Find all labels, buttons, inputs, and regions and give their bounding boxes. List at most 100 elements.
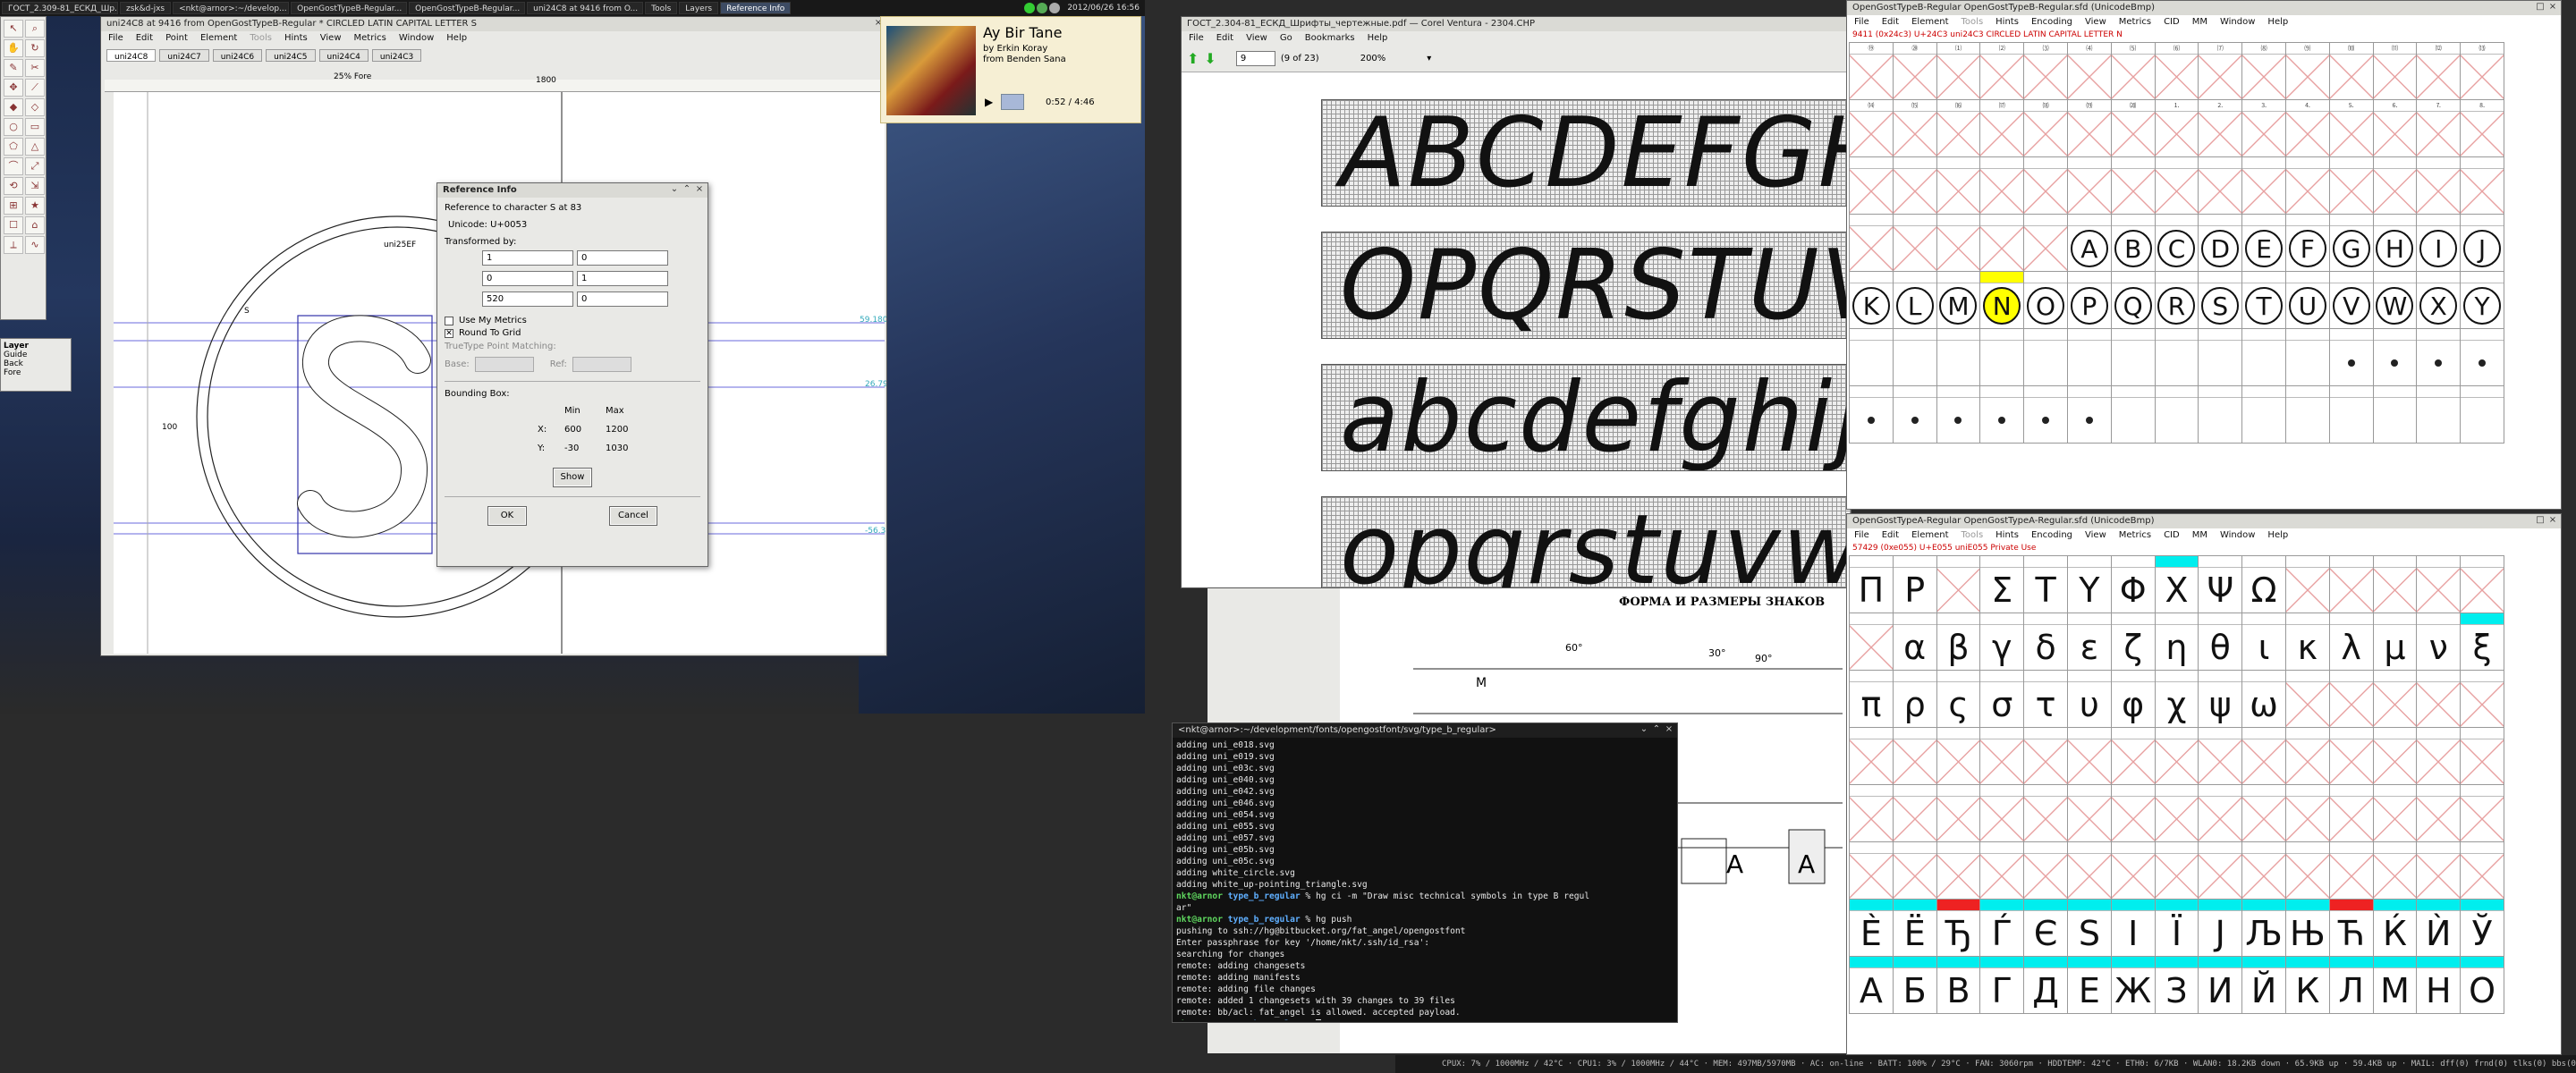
glyph-cell[interactable]: Л — [2329, 957, 2374, 1014]
menu-help[interactable]: Help — [2267, 15, 2288, 30]
menu-edit[interactable]: Edit — [136, 31, 153, 46]
glyph-cell[interactable]: ζ — [2111, 613, 2156, 671]
glyph-cell[interactable] — [2373, 842, 2418, 900]
glyph-cell[interactable] — [2199, 386, 2243, 444]
glyph-cell[interactable]: H — [2373, 215, 2418, 272]
menu-element[interactable]: Element — [1911, 528, 1948, 543]
glyph-cell[interactable]: А — [1850, 957, 1894, 1014]
matrix-xy-input[interactable]: 0 — [577, 250, 668, 266]
glyph-cell[interactable]: ⒁ — [1850, 100, 1894, 157]
maximize-icon[interactable]: □ — [2536, 516, 2545, 525]
layer-back[interactable]: Back — [4, 359, 68, 368]
tray-icon[interactable] — [1049, 3, 1061, 13]
glyph-cell[interactable]: І — [2111, 900, 2156, 957]
glyph-cell[interactable] — [2461, 556, 2504, 613]
glyph-cell[interactable] — [2373, 671, 2418, 728]
glyph-cell[interactable] — [2155, 386, 2199, 444]
tool-icon[interactable]: ⬠ — [4, 138, 23, 156]
glyph-cell[interactable] — [1980, 157, 2025, 215]
glyph-cell[interactable]: D — [2199, 215, 2243, 272]
menu-go[interactable]: Go — [1280, 31, 1292, 46]
glyph-cell[interactable]: ς — [1936, 671, 1981, 728]
glyph-cell[interactable] — [2067, 842, 2112, 900]
chevron-down-icon[interactable]: ▾ — [1427, 54, 1431, 63]
glyph-cell[interactable]: ⑲ — [1850, 43, 1894, 100]
offset-x-input[interactable]: 520 — [482, 291, 573, 307]
glyph-cell[interactable] — [2024, 157, 2068, 215]
glyph-cell[interactable]: ⒅ — [2024, 100, 2068, 157]
glyph-cell[interactable]: U — [2285, 272, 2330, 329]
glyph-cell[interactable]: В — [1936, 957, 1981, 1014]
glyph-cell[interactable]: Љ — [2242, 900, 2286, 957]
glyph-cell[interactable]: β — [1936, 613, 1981, 671]
glyph-cell[interactable]: Ѓ — [1980, 900, 2025, 957]
glyph-cell[interactable] — [1850, 329, 1894, 386]
glyph-cell[interactable]: Ж — [2111, 957, 2156, 1014]
glyph-cell[interactable]: ⒎ — [2417, 100, 2462, 157]
glyph-cell[interactable] — [2285, 556, 2330, 613]
glyph-cell[interactable]: ⑵ — [1980, 43, 2025, 100]
glyph-cell[interactable]: ⒊ — [2242, 100, 2286, 157]
close-icon[interactable]: × — [1665, 725, 1674, 734]
glyph-cell[interactable]: ⒏ — [2461, 100, 2504, 157]
menu-help[interactable]: Help — [446, 31, 467, 46]
glyph-cell[interactable]: ι — [2242, 613, 2286, 671]
glyph-cell[interactable] — [1936, 329, 1981, 386]
glyph-cell[interactable]: μ — [2373, 613, 2418, 671]
glyph-cell[interactable]: Ѝ — [2417, 900, 2462, 957]
menu-mm[interactable]: MM — [2192, 15, 2207, 30]
glyph-cell[interactable]: ρ — [1893, 671, 1937, 728]
glyph-cell[interactable]: К — [2285, 957, 2330, 1014]
glyph-cell[interactable] — [1850, 215, 1894, 272]
zoom-select[interactable]: 200% — [1360, 54, 1386, 63]
glyph-cell[interactable] — [1980, 386, 2025, 444]
glyph-cell[interactable] — [2417, 842, 2462, 900]
glyph-cell[interactable]: З — [2155, 957, 2199, 1014]
maximize-icon[interactable]: ⌃ — [1652, 725, 1661, 734]
glyph-cell[interactable] — [2111, 386, 2156, 444]
glyph-cell[interactable]: ⑿ — [2417, 43, 2462, 100]
menu-file[interactable]: File — [108, 31, 123, 46]
glyph-cell[interactable]: Φ — [2111, 556, 2156, 613]
glyph-cell[interactable] — [2199, 329, 2243, 386]
close-icon[interactable]: × — [2548, 516, 2557, 525]
glyph-cell[interactable] — [1850, 785, 1894, 842]
glyph-cell[interactable]: W — [2373, 272, 2418, 329]
tool-icon[interactable]: ⌒ — [4, 157, 23, 175]
glyph-cell[interactable] — [2024, 785, 2068, 842]
glyph-cell[interactable]: λ — [2329, 613, 2374, 671]
glyph-cell[interactable] — [2461, 329, 2504, 386]
menu-mm[interactable]: MM — [2192, 528, 2207, 543]
glyph-cell[interactable]: ⑸ — [2111, 43, 2156, 100]
glyph-cell[interactable]: V — [2329, 272, 2374, 329]
tool-icon[interactable]: ↖ — [4, 20, 23, 38]
glyph-cell[interactable]: C — [2155, 215, 2199, 272]
glyph-cell[interactable] — [2242, 785, 2286, 842]
tool-icon[interactable]: ⇲ — [25, 177, 45, 195]
glyph-cell[interactable]: χ — [2155, 671, 2199, 728]
menu-encoding[interactable]: Encoding — [2031, 528, 2072, 543]
glyph-cell[interactable]: O — [2024, 272, 2068, 329]
glyph-cell[interactable]: P — [2067, 272, 2112, 329]
glyph-cell[interactable]: G — [2329, 215, 2374, 272]
glyph-cell[interactable] — [1893, 842, 1937, 900]
menu-element[interactable]: Element — [1911, 15, 1948, 30]
glyph-cell[interactable]: I — [2417, 215, 2462, 272]
glyph-cell[interactable] — [1936, 728, 1981, 785]
glyph-cell[interactable] — [1850, 157, 1894, 215]
play-icon[interactable]: ▶ — [985, 96, 993, 108]
glyph-cell[interactable] — [2329, 785, 2374, 842]
tool-icon[interactable]: ✎ — [4, 59, 23, 77]
ref-point-input[interactable] — [572, 357, 631, 372]
tray-icon[interactable] — [1024, 3, 1036, 13]
menu-metrics[interactable]: Metrics — [354, 31, 386, 46]
glyph-cell[interactable]: E — [2242, 215, 2286, 272]
taskbar-button[interactable]: Layers — [679, 2, 719, 14]
glyph-cell[interactable]: η — [2155, 613, 2199, 671]
glyph-cell[interactable] — [1936, 215, 1981, 272]
glyph-cell[interactable]: α — [1893, 613, 1937, 671]
tool-icon[interactable]: ☐ — [4, 216, 23, 234]
glyph-cell[interactable] — [1893, 215, 1937, 272]
glyph-cell[interactable] — [2373, 728, 2418, 785]
glyph-cell[interactable]: ⒀ — [2461, 43, 2504, 100]
